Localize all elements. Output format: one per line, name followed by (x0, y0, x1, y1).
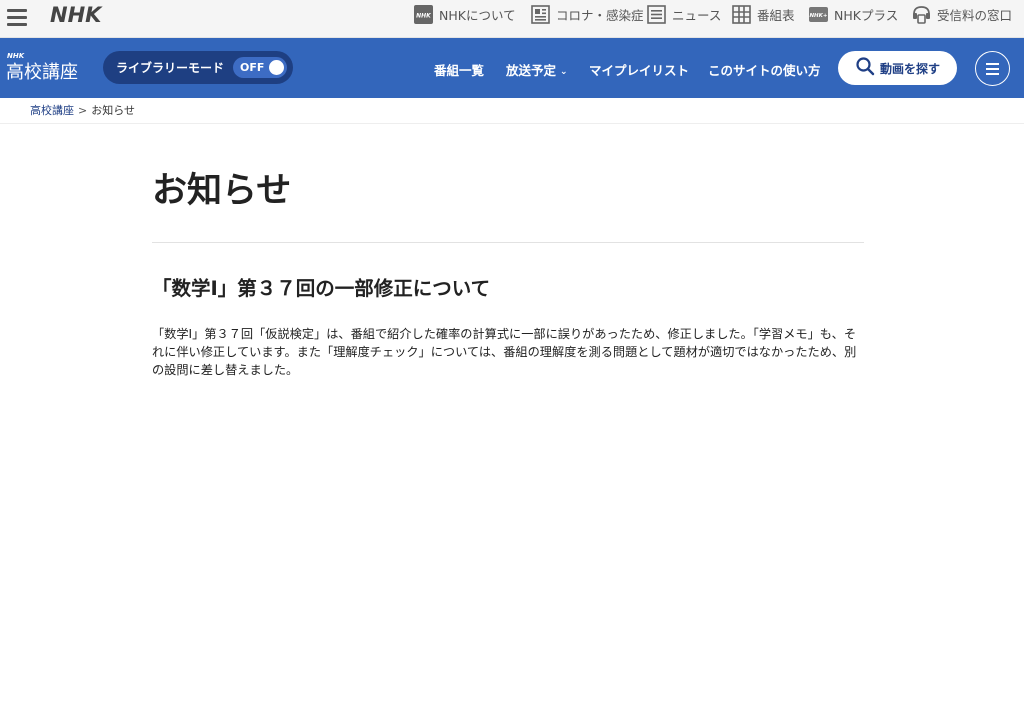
topbar-link-label: コロナ・感染症 (556, 7, 644, 23)
nhk-plus-icon: NHK+ (809, 5, 828, 24)
topbar-link-schedule[interactable]: 番組表 (732, 3, 795, 25)
topbar-link-label: NHKプラス (834, 7, 899, 23)
nav-label: 放送予定 (506, 63, 557, 78)
breadcrumb: 高校講座 > お知らせ (30, 102, 135, 118)
nav-how-to-use[interactable]: このサイトの使い方 (708, 60, 821, 79)
article-title: 「数学Ⅰ」第３７回の一部修正について (152, 277, 491, 300)
svg-text:NHK+: NHK+ (809, 13, 827, 19)
find-video-button[interactable]: 動画を探す (838, 51, 957, 85)
breadcrumb-home-link[interactable]: 高校講座 (30, 104, 74, 117)
breadcrumb-current: お知らせ (91, 104, 135, 117)
top-utility-bar: NHK NHK NHKについて コロナ・感染症 ニュース 番組表 NHK+ NH… (0, 0, 1024, 38)
topbar-link-label: NHKについて (439, 7, 516, 23)
nav-label: 番組一覧 (434, 63, 485, 78)
breadcrumb-separator: > (78, 104, 88, 117)
menu-button[interactable] (975, 51, 1010, 86)
topbar-link-label: 受信料の窓口 (937, 7, 1013, 23)
menu-icon-bar (986, 63, 999, 65)
topbar-link-nhk-plus[interactable]: NHK+ NHKプラス (809, 3, 898, 25)
nav-my-playlist[interactable]: マイプレイリスト (589, 60, 689, 79)
article-body: 「数学Ⅰ」第３７回「仮説検定」は、番組で紹介した確率の計算式に一部に誤りがあった… (152, 327, 857, 377)
nav-program-list[interactable]: 番組一覧 (434, 60, 484, 79)
topbar-link-about-nhk[interactable]: NHK NHKについて (414, 3, 516, 25)
page-title: お知らせ (152, 171, 292, 211)
menu-icon-bar (986, 68, 999, 70)
topbar-link-news[interactable]: ニュース (647, 3, 721, 25)
switch-knob (269, 60, 284, 75)
topbar-link-reception[interactable]: 受信料の窓口 (912, 3, 1012, 25)
nav-broadcast-schedule[interactable]: 放送予定 ⌄ (506, 60, 568, 79)
nav-label: マイプレイリスト (589, 63, 690, 78)
topbar-link-label: 番組表 (757, 7, 795, 23)
grid-icon (732, 4, 751, 24)
site-logo-name: 高校講座 (6, 62, 78, 83)
title-divider (152, 242, 864, 243)
find-video-label: 動画を探す (879, 61, 940, 76)
nhk-logo[interactable]: NHK (50, 3, 101, 27)
topbar-link-label: ニュース (672, 7, 722, 23)
topbar-link-corona[interactable]: コロナ・感染症 (531, 3, 644, 25)
nhk-square-icon: NHK (414, 4, 433, 24)
library-mode-switch[interactable]: OFF (233, 57, 287, 78)
newspaper-icon (531, 4, 550, 24)
nav-label: このサイトの使い方 (708, 63, 821, 78)
reception-icon (912, 5, 931, 24)
breadcrumb-divider (0, 123, 1024, 124)
library-mode-label: ライブラリーモード (116, 61, 225, 75)
library-mode-toggle[interactable]: ライブラリーモード OFF (103, 51, 293, 84)
site-header: NHK 高校講座 ライブラリーモード OFF 番組一覧 放送予定 ⌄ マイプレイリ… (0, 38, 1024, 98)
hamburger-menu-icon[interactable] (6, 6, 28, 28)
search-icon (855, 56, 875, 80)
library-mode-state: OFF (240, 61, 265, 74)
chevron-down-icon: ⌄ (560, 67, 568, 77)
menu-icon-bar (986, 73, 999, 75)
svg-text:NHK: NHK (416, 12, 432, 19)
news-list-icon (647, 4, 666, 24)
